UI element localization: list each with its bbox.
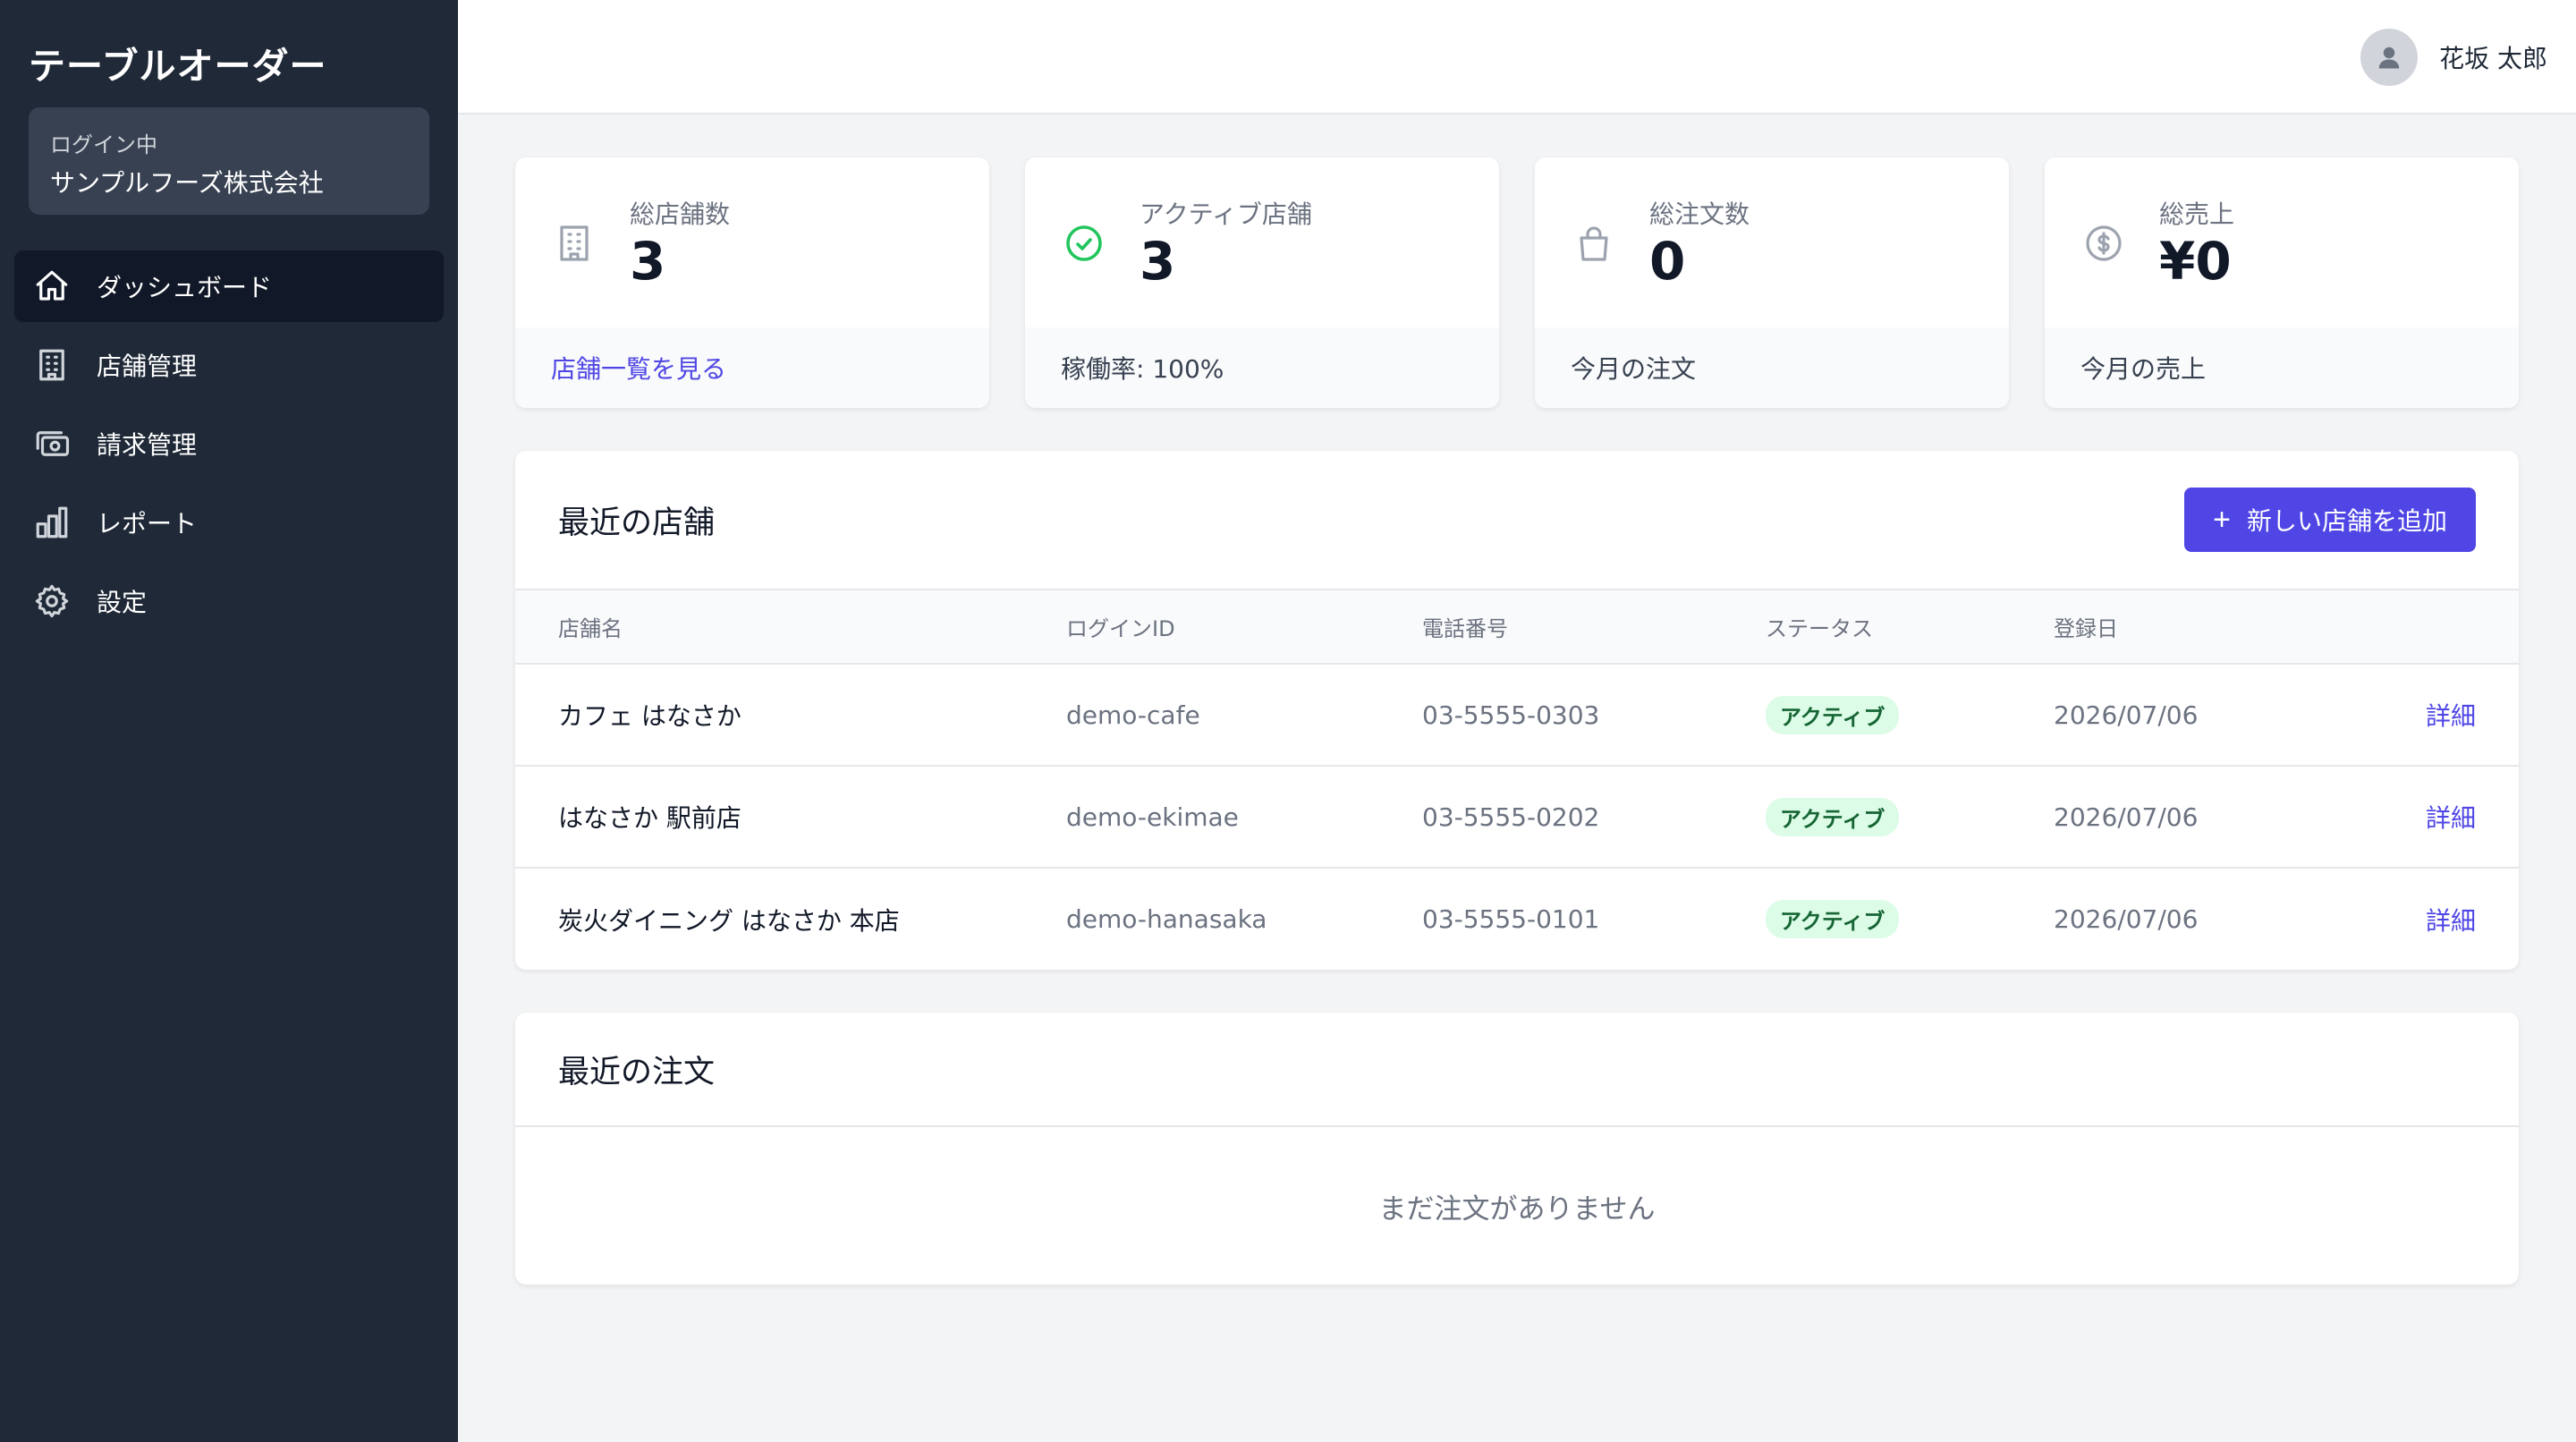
sidebar-item-stores[interactable]: 店舗管理 xyxy=(14,329,444,401)
stat-label: アクティブ店舗 xyxy=(1140,199,1312,229)
add-store-label: 新しい店舗を追加 xyxy=(2246,507,2447,535)
sidebar-item-settings[interactable]: 設定 xyxy=(14,565,444,637)
check-circle-icon xyxy=(1063,222,1106,265)
store-name: はなさか 駅前店 xyxy=(515,766,1066,869)
action-cell: 詳細 xyxy=(2394,664,2519,767)
stat-value: 3 xyxy=(1140,231,1176,292)
status-cell: アクティブ xyxy=(1766,664,2054,767)
user-icon xyxy=(2378,47,2400,69)
recent-stores-panel: 最近の店舗 + 新しい店舗を追加 店舗名 ログインID 電話番号 ステータス 登… xyxy=(515,451,2519,970)
stat-footer: 今月の注文 xyxy=(1535,327,2009,408)
stat-footer: 今月の売上 xyxy=(2045,327,2519,408)
phone: 03-5555-0202 xyxy=(1422,766,1766,869)
recent-orders-panel: 最近の注文 まだ注文がありません xyxy=(515,1013,2519,1285)
login-id: demo-cafe xyxy=(1066,664,1422,767)
column-header: 店舗名 xyxy=(515,590,1066,665)
chart-bar-icon xyxy=(32,503,72,542)
store-name: 炭火ダイニング はなさか 本店 xyxy=(558,905,900,936)
login-info-box: ログイン中 サンプルフーズ株式会社 xyxy=(29,107,429,215)
stat-label: 総売上 xyxy=(2159,199,2235,229)
sidebar-item-label: ダッシュボード xyxy=(97,273,273,302)
gear-icon xyxy=(32,581,72,621)
add-store-button[interactable]: + 新しい店舗を追加 xyxy=(2184,488,2476,552)
sidebar-item-billing[interactable]: 請求管理 xyxy=(14,408,444,479)
store-name: カフェ はなさか xyxy=(515,664,1066,767)
stat-label: 総店舗数 xyxy=(630,199,731,229)
stats-row: 総店舗数 3 店舗一覧を見る アクティブ店舗 3 稼働率: 100% 総注文数 … xyxy=(515,157,2519,408)
stat-value: ¥0 xyxy=(2159,231,2232,292)
empty-orders-message: まだ注文がありません xyxy=(1378,1192,1656,1226)
stat-value: 3 xyxy=(630,231,666,292)
billing-icon xyxy=(32,424,72,463)
phone: 03-5555-0101 xyxy=(1422,904,1600,934)
panel-header: 最近の店舗 + 新しい店舗を追加 xyxy=(515,451,2519,590)
table-row: 炭火ダイニング はなさか 本店 demo-hanasaka 03-5555-01… xyxy=(515,868,2519,970)
sidebar-item-label: レポート xyxy=(97,509,198,539)
column-header: 電話番号 xyxy=(1422,590,1766,665)
sidebar-item-label: 店舗管理 xyxy=(97,352,198,381)
home-icon xyxy=(32,267,72,306)
detail-link[interactable]: 詳細 xyxy=(2426,906,2476,936)
action-cell: 詳細 xyxy=(2394,766,2519,869)
user-menu[interactable]: 花坂 太郎 xyxy=(2360,29,2547,86)
registered-date: 2026/07/06 xyxy=(2054,766,2394,869)
stat-footer: 稼働率: 100% xyxy=(1025,327,1499,408)
user-name: 花坂 太郎 xyxy=(2439,44,2547,73)
status-cell: アクティブ xyxy=(1766,868,2054,970)
action-cell: 詳細 xyxy=(2394,868,2519,970)
detail-link[interactable]: 詳細 xyxy=(2426,701,2476,731)
stat-label: 総注文数 xyxy=(1649,199,1750,229)
detail-link[interactable]: 詳細 xyxy=(2426,803,2476,833)
building-icon xyxy=(553,222,596,265)
column-header-actions xyxy=(2394,590,2519,665)
stat-card-total-stores: 総店舗数 3 店舗一覧を見る xyxy=(515,157,989,408)
top-header: 花坂 太郎 xyxy=(458,0,2576,115)
status-badge: アクティブ xyxy=(1766,797,1900,836)
app-brand: テーブルオーダー xyxy=(29,45,327,88)
status-badge: アクティブ xyxy=(1766,695,1900,734)
avatar xyxy=(2360,29,2419,86)
stat-card-total-sales: 総売上 ¥0 今月の売上 xyxy=(2045,157,2519,408)
column-header: ステータス xyxy=(1766,590,2054,665)
building-icon xyxy=(32,345,72,385)
stat-card-active-stores: アクティブ店舗 3 稼働率: 100% xyxy=(1025,157,1499,408)
registered-date: 2026/07/06 xyxy=(2054,904,2199,934)
column-header: 登録日 xyxy=(2054,590,2394,665)
table-header-row: 店舗名 ログインID 電話番号 ステータス 登録日 xyxy=(515,590,2519,665)
organization-name: サンプルフーズ株式会社 xyxy=(50,168,324,198)
stores-table: 店舗名 ログインID 電話番号 ステータス 登録日 カフェ はなさか demo-… xyxy=(515,590,2519,970)
shopping-bag-icon xyxy=(1572,222,1615,265)
panel-title: 最近の注文 xyxy=(558,1054,716,1090)
status-cell: アクティブ xyxy=(1766,766,2054,869)
phone: 03-5555-0303 xyxy=(1422,664,1766,767)
login-id: demo-ekimae xyxy=(1066,766,1422,869)
table-row: はなさか 駅前店 demo-ekimae 03-5555-0202 アクティブ … xyxy=(515,766,2519,869)
stat-value: 0 xyxy=(1649,231,1686,292)
sidebar: テーブルオーダー ログイン中 サンプルフーズ株式会社 ダッシュボード 店舗管理 … xyxy=(0,0,458,1442)
sidebar-item-reports[interactable]: レポート xyxy=(14,487,444,558)
view-stores-link[interactable]: 店舗一覧を見る xyxy=(515,327,989,408)
login-id: demo-hanasaka xyxy=(1066,904,1267,934)
sidebar-item-label: 設定 xyxy=(97,588,148,617)
status-badge: アクティブ xyxy=(1766,900,1900,938)
sidebar-nav: ダッシュボード 店舗管理 請求管理 レポート 設定 xyxy=(14,250,444,644)
dollar-circle-icon xyxy=(2082,222,2125,265)
panel-header: 最近の注文 xyxy=(515,1013,2519,1127)
sidebar-item-dashboard[interactable]: ダッシュボード xyxy=(14,250,444,322)
login-status-label: ログイン中 xyxy=(50,132,157,157)
plus-icon: + xyxy=(2213,502,2231,537)
stat-card-total-orders: 総注文数 0 今月の注文 xyxy=(1535,157,2009,408)
registered-date: 2026/07/06 xyxy=(2054,664,2394,767)
table-row: カフェ はなさか demo-cafe 03-5555-0303 アクティブ 20… xyxy=(515,664,2519,767)
main-content: 総店舗数 3 店舗一覧を見る アクティブ店舗 3 稼働率: 100% 総注文数 … xyxy=(515,157,2519,1285)
column-header: ログインID xyxy=(1066,590,1422,665)
sidebar-item-label: 請求管理 xyxy=(97,430,198,460)
panel-title: 最近の店舗 xyxy=(558,505,716,541)
